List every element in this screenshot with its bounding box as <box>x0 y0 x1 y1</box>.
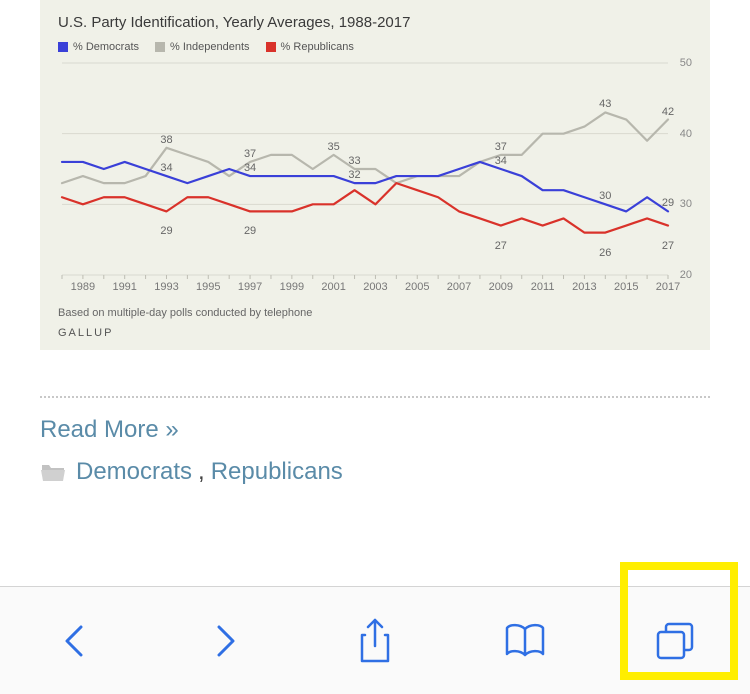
category-link-republicans[interactable]: Republicans <box>211 458 343 486</box>
book-icon <box>503 622 547 660</box>
data-label: 30 <box>599 190 611 202</box>
legend-item-independents: % Independents <box>155 41 250 53</box>
legend-label: % Democrats <box>73 41 139 53</box>
x-tick-label: 2017 <box>656 281 680 293</box>
data-label: 32 <box>348 169 360 181</box>
legend-label: % Republicans <box>281 41 354 53</box>
browser-toolbar <box>0 586 750 694</box>
x-tick-label: 2001 <box>321 281 345 293</box>
x-tick-label: 2007 <box>447 281 471 293</box>
share-icon <box>357 618 393 664</box>
data-label: 37 <box>244 148 256 160</box>
data-label: 35 <box>328 141 340 153</box>
x-tick-label: 1999 <box>280 281 304 293</box>
data-label: 26 <box>599 247 611 259</box>
chevron-left-icon <box>61 621 89 661</box>
legend-swatch-republicans <box>266 42 276 52</box>
y-tick-label: 30 <box>680 198 692 210</box>
y-tick-label: 20 <box>680 269 692 281</box>
data-label: 34 <box>244 162 256 174</box>
category-separator: , <box>198 458 205 486</box>
data-label: 34 <box>495 155 507 167</box>
x-tick-label: 2015 <box>614 281 638 293</box>
x-tick-label: 2011 <box>531 281 555 293</box>
chart-container: U.S. Party Identification, Yearly Averag… <box>40 0 710 350</box>
back-button[interactable] <box>0 587 150 694</box>
tabs-icon <box>653 619 697 663</box>
chart-plot-area: 20 30 40 50 38 37 35 33 37 43 42 34 34 32 34 30 29 29 29 27… <box>58 59 692 279</box>
data-label: 43 <box>599 98 611 110</box>
legend-item-democrats: % Democrats <box>58 41 139 53</box>
legend-label: % Independents <box>170 41 250 53</box>
x-tick-label: 2013 <box>572 281 596 293</box>
x-tick-label: 1991 <box>112 281 136 293</box>
chart-title: U.S. Party Identification, Yearly Averag… <box>58 14 692 31</box>
legend-swatch-democrats <box>58 42 68 52</box>
chart-footnote: Based on multiple-day polls conducted by… <box>58 307 692 319</box>
data-label: 29 <box>662 197 674 209</box>
data-label: 29 <box>244 225 256 237</box>
data-label: 34 <box>160 162 172 174</box>
share-button[interactable] <box>300 587 450 694</box>
folder-icon <box>40 461 66 483</box>
y-tick-label: 40 <box>680 128 692 140</box>
x-tick-label: 1997 <box>238 281 262 293</box>
data-label: 33 <box>348 155 360 167</box>
legend-item-republicans: % Republicans <box>266 41 354 53</box>
category-link-democrats[interactable]: Democrats <box>76 458 192 486</box>
read-more-link[interactable]: Read More » <box>40 416 710 444</box>
series-line <box>62 183 668 232</box>
data-label: 29 <box>160 225 172 237</box>
legend-swatch-independents <box>155 42 165 52</box>
data-label: 37 <box>495 141 507 153</box>
x-axis-ticks: 1989 1991 1993 1995 1997 1999 2001 2003 2005 2007… <box>58 281 692 297</box>
chart-brand: GALLUP <box>58 327 692 339</box>
tabs-button[interactable] <box>600 587 750 694</box>
forward-button[interactable] <box>150 587 300 694</box>
x-tick-label: 2009 <box>489 281 513 293</box>
chevron-right-icon <box>211 621 239 661</box>
chart-legend: % Democrats % Independents % Republicans <box>58 41 692 53</box>
section-divider <box>40 396 710 398</box>
x-tick-label: 1995 <box>196 281 220 293</box>
x-tick-label: 1993 <box>154 281 178 293</box>
data-label: 27 <box>662 240 674 252</box>
x-tick-label: 2005 <box>405 281 429 293</box>
data-label: 42 <box>662 106 674 118</box>
data-label: 27 <box>495 240 507 252</box>
x-tick-label: 1989 <box>71 281 95 293</box>
data-label: 38 <box>160 134 172 146</box>
y-tick-label: 50 <box>680 57 692 69</box>
category-row: Democrats, Republicans <box>40 458 710 486</box>
bookmarks-button[interactable] <box>450 587 600 694</box>
x-tick-label: 2003 <box>363 281 387 293</box>
